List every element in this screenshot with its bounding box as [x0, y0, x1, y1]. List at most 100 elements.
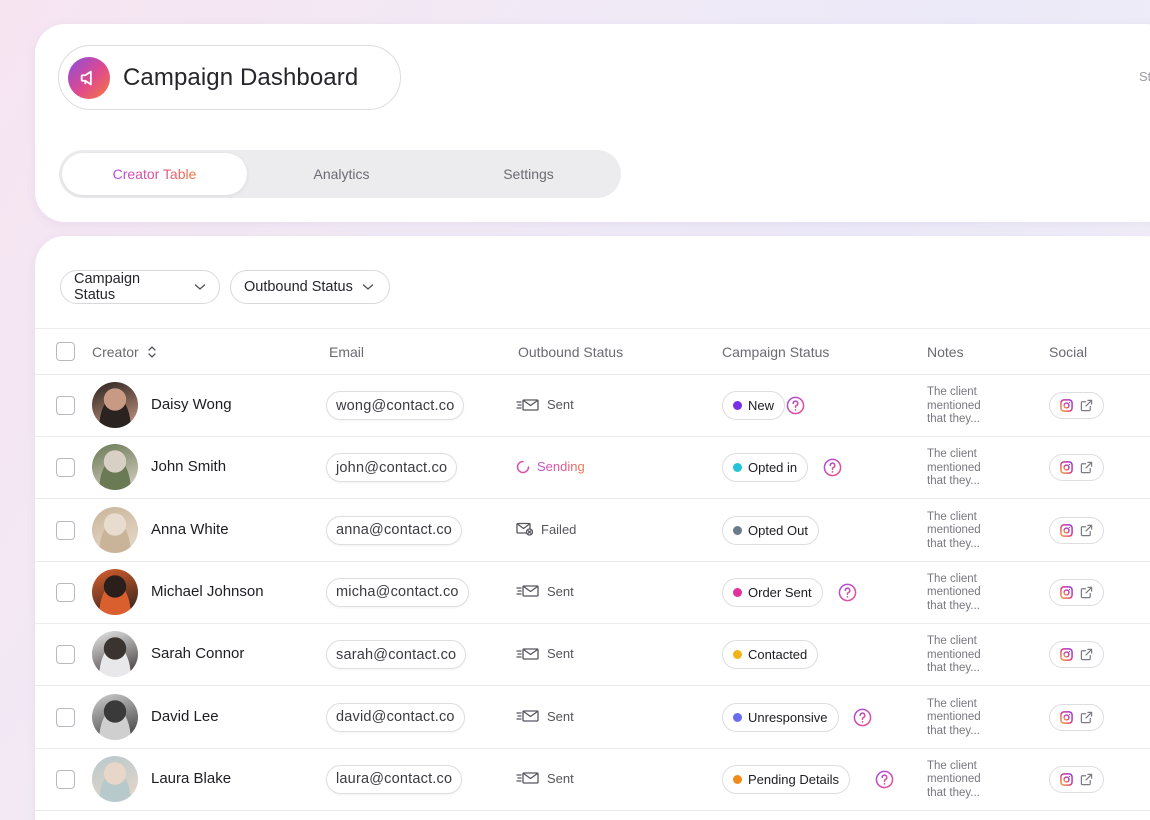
- outbound-status-label: Sent: [547, 708, 574, 724]
- outbound-status-filter[interactable]: Outbound Status: [230, 270, 390, 304]
- tab-settings[interactable]: Settings: [436, 153, 621, 195]
- campaign-status-label: Unresponsive: [748, 709, 828, 725]
- avatar: [92, 444, 138, 491]
- column-header-creator[interactable]: Creator: [92, 344, 158, 360]
- help-icon[interactable]: [838, 583, 857, 602]
- mail-sent-icon: [516, 771, 540, 785]
- social-links[interactable]: [1049, 765, 1104, 793]
- external-link-icon[interactable]: [1080, 586, 1093, 599]
- outbound-status: Sent: [516, 397, 574, 412]
- campaign-status-badge[interactable]: New: [722, 391, 786, 420]
- email-chip[interactable]: sarah@contact.co: [326, 640, 467, 670]
- notes-text: The client mentioned that they...: [927, 386, 981, 425]
- outbound-status: Sent: [516, 771, 574, 786]
- email-chip[interactable]: david@contact.co: [326, 702, 465, 732]
- avatar: [92, 506, 138, 553]
- email-chip[interactable]: laura@contact.co: [326, 764, 463, 794]
- creator-name: Laura Blake: [151, 769, 232, 787]
- external-link-icon[interactable]: [1080, 773, 1093, 786]
- email-chip[interactable]: anna@contact.co: [326, 515, 463, 545]
- campaign-status-label: Contacted: [748, 647, 808, 663]
- table-row[interactable]: Sarah Connor sarah@contact.co Sent Conta…: [35, 624, 1150, 687]
- creator-name: Daisy Wong: [151, 396, 232, 413]
- outbound-status-label: Sending: [537, 459, 585, 475]
- help-icon[interactable]: [875, 770, 894, 789]
- header-cut-text: St: [1139, 69, 1150, 84]
- instagram-icon[interactable]: [1060, 648, 1073, 662]
- tab-creator-table[interactable]: Creator Table: [62, 153, 247, 195]
- sort-icon[interactable]: [146, 345, 158, 359]
- email-chip[interactable]: john@contact.co: [326, 453, 458, 483]
- email-chip[interactable]: micha@contact.co: [326, 577, 469, 607]
- tab-analytics[interactable]: Analytics: [249, 153, 434, 195]
- campaign-status-filter[interactable]: Campaign Status: [60, 270, 220, 304]
- avatar: [92, 382, 138, 428]
- instagram-icon[interactable]: [1060, 399, 1073, 412]
- instagram-icon[interactable]: [1060, 586, 1073, 599]
- row-checkbox[interactable]: [56, 707, 75, 727]
- campaign-status-badge[interactable]: Contacted: [722, 640, 819, 670]
- table-row[interactable]: David Lee david@contact.co Sent Unrespon…: [35, 687, 1150, 749]
- campaign-status-badge[interactable]: Opted Out: [722, 515, 819, 545]
- row-checkbox[interactable]: [56, 645, 75, 665]
- campaign-status-badge[interactable]: Order Sent: [722, 577, 823, 607]
- select-all-checkbox[interactable]: [56, 342, 75, 361]
- avatar: [92, 631, 138, 678]
- table-row[interactable]: Michael Johnson micha@contact.co Sent Or…: [35, 562, 1150, 624]
- campaign-status-label: Pending Details: [748, 771, 840, 787]
- campaign-status-label: Opted Out: [748, 522, 808, 538]
- filter-label: Campaign Status: [74, 271, 141, 303]
- social-links[interactable]: [1049, 703, 1104, 731]
- social-links[interactable]: [1049, 641, 1104, 669]
- table-header: Creator Email Outbound Status Campaign S…: [35, 328, 1150, 375]
- outbound-status: Sent: [516, 584, 574, 599]
- campaign-status-label: New: [748, 398, 775, 413]
- table-row[interactable]: Daisy Wong wong@contact.co Sent New The …: [35, 375, 1150, 437]
- status-dot: [733, 650, 742, 660]
- outbound-status-label: Sent: [547, 646, 574, 662]
- campaign-status-badge[interactable]: Unresponsive: [722, 702, 839, 732]
- avatar: [92, 755, 138, 802]
- external-link-icon[interactable]: [1080, 524, 1093, 537]
- social-links[interactable]: [1049, 516, 1104, 544]
- campaign-status-badge[interactable]: Pending Details: [722, 764, 851, 794]
- loading-spinner-icon: [516, 460, 530, 474]
- table-row[interactable]: John Smith john@contact.co Sending Opted…: [35, 437, 1150, 500]
- instagram-icon[interactable]: [1060, 710, 1073, 724]
- help-icon[interactable]: [823, 458, 842, 477]
- external-link-icon[interactable]: [1080, 711, 1093, 724]
- help-icon[interactable]: [853, 708, 872, 727]
- header-card: Campaign Dashboard St Creator Table Anal…: [35, 24, 1150, 222]
- row-checkbox[interactable]: [56, 520, 75, 540]
- campaign-status-badge[interactable]: Opted in: [722, 453, 809, 483]
- social-links[interactable]: [1049, 392, 1104, 419]
- row-checkbox[interactable]: [56, 458, 75, 478]
- status-dot: [733, 463, 742, 473]
- external-link-icon[interactable]: [1080, 648, 1093, 661]
- social-links[interactable]: [1049, 578, 1104, 606]
- status-dot: [733, 774, 742, 784]
- page-title: Campaign Dashboard: [123, 63, 359, 91]
- status-dot: [733, 525, 742, 535]
- filter-label: Outbound Status: [244, 279, 353, 295]
- instagram-icon[interactable]: [1060, 461, 1073, 475]
- creator-name: Anna White: [151, 520, 229, 538]
- row-checkbox[interactable]: [56, 582, 75, 602]
- notes-text: The client mentioned that they...: [927, 572, 981, 612]
- avatar: [92, 568, 138, 615]
- instagram-icon[interactable]: [1060, 523, 1073, 537]
- table-row[interactable]: Laura Blake laura@contact.co Sent Pendin…: [35, 749, 1150, 811]
- external-link-icon[interactable]: [1080, 461, 1093, 474]
- social-links[interactable]: [1049, 454, 1104, 482]
- table-row[interactable]: Anna White anna@contact.co Failed Opted …: [35, 500, 1150, 562]
- campaign-status-label: Order Sent: [748, 584, 812, 600]
- status-dot: [733, 587, 742, 597]
- notes-text: The client mentioned that they...: [927, 448, 981, 488]
- column-header-social: Social: [1049, 344, 1088, 360]
- row-checkbox[interactable]: [56, 396, 75, 415]
- email-chip[interactable]: wong@contact.co: [326, 391, 465, 420]
- external-link-icon[interactable]: [1080, 399, 1093, 412]
- help-icon[interactable]: [786, 396, 805, 415]
- instagram-icon[interactable]: [1060, 772, 1073, 786]
- row-checkbox[interactable]: [56, 769, 75, 789]
